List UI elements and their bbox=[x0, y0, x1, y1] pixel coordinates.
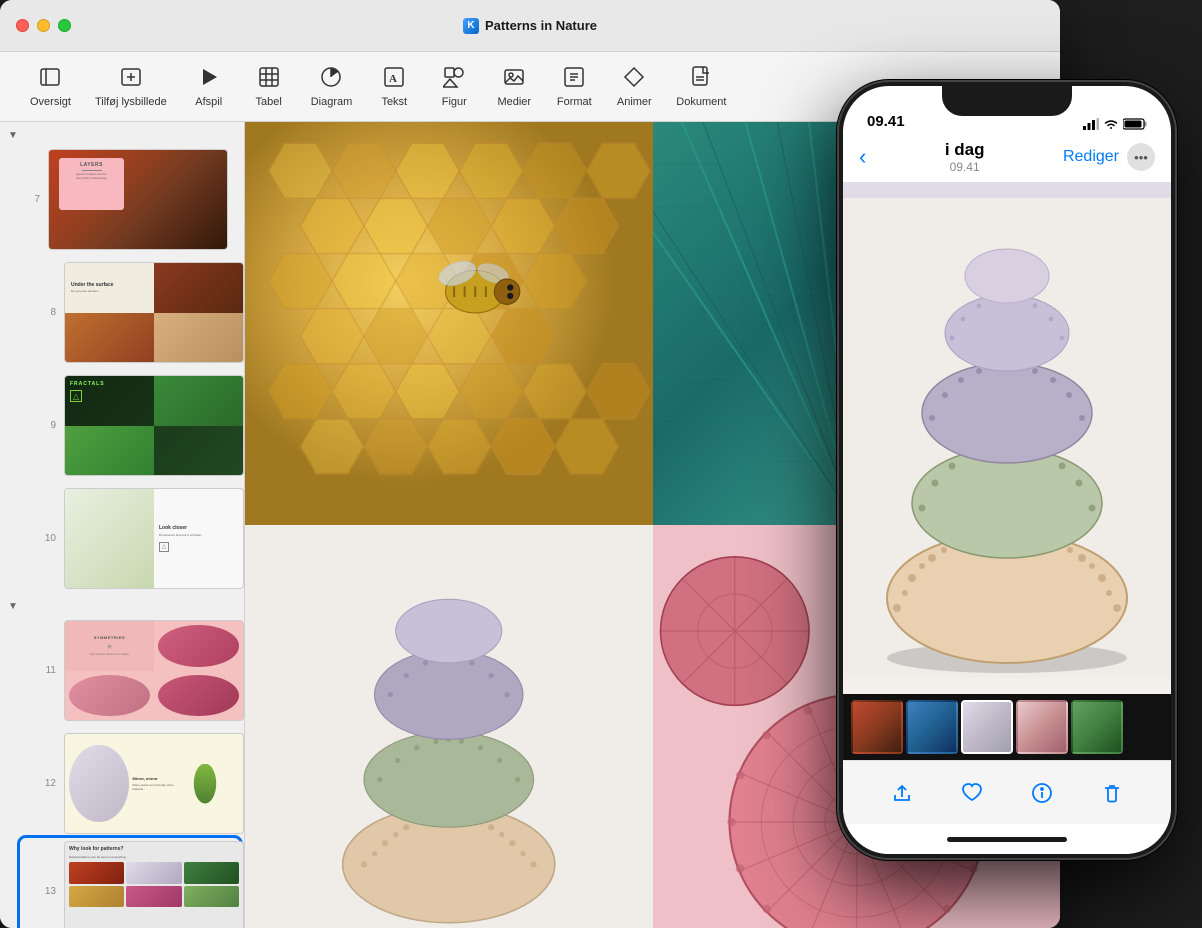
minimize-button[interactable] bbox=[37, 19, 50, 32]
photo-icon bbox=[503, 66, 525, 92]
titlebar: K Patterns in Nature bbox=[0, 0, 1060, 52]
window-title: K Patterns in Nature bbox=[463, 18, 597, 34]
slide-number-8: 8 bbox=[40, 307, 56, 318]
thumb-strip-lake[interactable] bbox=[906, 700, 958, 754]
chevron-down-icon: ▼ bbox=[8, 130, 18, 141]
urchin-photo-svg bbox=[843, 182, 1171, 694]
slide-thumb-12: Mirror, mirror Many plants and animals s… bbox=[64, 733, 244, 834]
toolbar-tekst[interactable]: A Tekst bbox=[366, 60, 422, 114]
slide-number-11: 11 bbox=[40, 665, 56, 676]
slide-item-7[interactable]: 7 LAYERS layers in nature can beseen wit… bbox=[4, 146, 240, 253]
toolbar-medier[interactable]: Medier bbox=[486, 60, 542, 114]
more-icon: ••• bbox=[1134, 150, 1148, 165]
toolbar-tilfoej[interactable]: Tilføj lysbillede bbox=[85, 60, 177, 114]
text-icon: A bbox=[383, 66, 405, 92]
thumb-strip-urchin[interactable] bbox=[961, 700, 1013, 754]
format-icon bbox=[563, 66, 585, 92]
slide-group-11: ▼ 11 SYMMETRIES ✳ Symmetries abound in n… bbox=[0, 593, 244, 729]
iphone-frame: 09.41 bbox=[837, 80, 1177, 860]
nav-center: i dag 09.41 bbox=[945, 140, 985, 174]
slide-number-12: 12 bbox=[40, 778, 56, 789]
slide-number-9: 9 bbox=[40, 420, 56, 431]
share-button[interactable] bbox=[880, 771, 924, 815]
plus-square-icon bbox=[120, 66, 142, 92]
slide-thumb-9: FRACTALS △ bbox=[64, 375, 244, 476]
thumb-strip-leaf[interactable] bbox=[1016, 700, 1068, 754]
iphone-photo-main bbox=[843, 182, 1171, 694]
slide-thumb-7: LAYERS layers in nature can beseen with … bbox=[48, 149, 228, 250]
delete-button[interactable] bbox=[1090, 771, 1134, 815]
info-button[interactable] bbox=[1020, 771, 1064, 815]
toolbar-figur[interactable]: Figur bbox=[426, 60, 482, 114]
toolbar-animer[interactable]: Animer bbox=[606, 60, 662, 114]
toolbar-oversigt[interactable]: Oversigt bbox=[20, 60, 81, 114]
slide-item-13[interactable]: 13 Why look for patterns? Natural patter… bbox=[20, 838, 240, 928]
iphone-notch bbox=[942, 86, 1072, 116]
slide-thumb-11: SYMMETRIES ✳ Symmetries abound in nature bbox=[64, 620, 244, 721]
canvas-cell-urchin-stack bbox=[245, 525, 653, 928]
iphone-screen: 09.41 bbox=[843, 86, 1171, 854]
play-icon bbox=[198, 66, 220, 92]
toolbar-tabel[interactable]: Tabel bbox=[241, 60, 297, 114]
sidebar-icon bbox=[39, 66, 61, 92]
chevron-down-icon-11: ▼ bbox=[8, 601, 18, 612]
chart-icon bbox=[320, 66, 342, 92]
traffic-lights bbox=[16, 19, 71, 32]
maximize-button[interactable] bbox=[58, 19, 71, 32]
thumb-strip-canyon[interactable] bbox=[851, 700, 903, 754]
shapes-icon bbox=[443, 66, 465, 92]
slide-thumb-13: Why look for patterns? Natural patterns … bbox=[64, 841, 244, 928]
slide-item-11[interactable]: 11 SYMMETRIES ✳ Symmetries abound in nat… bbox=[20, 617, 240, 724]
nav-time-sub: 09.41 bbox=[945, 160, 985, 174]
doc-icon bbox=[690, 66, 712, 92]
slide-panel: ▼ 7 LAYERS layers in nature can beseen w… bbox=[0, 122, 245, 928]
edit-button[interactable]: Rediger bbox=[1063, 148, 1119, 166]
toolbar-format[interactable]: Format bbox=[546, 60, 602, 114]
more-button[interactable]: ••• bbox=[1127, 143, 1155, 171]
signal-icon bbox=[1083, 118, 1099, 130]
home-indicator bbox=[843, 824, 1171, 854]
slide-group-header-11[interactable]: ▼ bbox=[0, 597, 244, 616]
thumb-strip-green[interactable] bbox=[1071, 700, 1123, 754]
toolbar-afspil[interactable]: Afspil bbox=[181, 60, 237, 114]
toolbar-diagram[interactable]: Diagram bbox=[301, 60, 363, 114]
app-icon: K bbox=[463, 18, 479, 34]
slide-number-10: 10 bbox=[40, 533, 56, 544]
diamond-icon bbox=[623, 66, 645, 92]
slide-item-10[interactable]: 10 Look closer Romanesco broccoli is a f… bbox=[20, 485, 240, 592]
wifi-icon bbox=[1103, 118, 1119, 130]
battery-icon bbox=[1123, 118, 1147, 130]
back-button[interactable]: ‹ bbox=[859, 144, 866, 170]
nav-actions: Rediger ••• bbox=[1063, 143, 1155, 171]
status-icons bbox=[1083, 118, 1147, 132]
status-time: 09.41 bbox=[867, 113, 905, 132]
slide-group-header-7[interactable]: ▼ bbox=[0, 126, 244, 145]
slide-thumb-8: Under the surface Do you ever wonder... bbox=[64, 262, 244, 363]
slide-group-9: 9 FRACTALS △ bbox=[0, 367, 244, 484]
nav-date: i dag bbox=[945, 140, 985, 160]
home-indicator-bar bbox=[947, 837, 1067, 842]
canvas-cell-bee bbox=[245, 122, 653, 525]
slide-item-8[interactable]: 8 Under the surface Do you ever wonder..… bbox=[20, 259, 240, 366]
svg-text:A: A bbox=[389, 73, 397, 85]
slide-thumb-10: Look closer Romanesco broccoli is a frac… bbox=[64, 488, 244, 589]
iphone-toolbar bbox=[843, 760, 1171, 824]
heart-button[interactable] bbox=[950, 771, 994, 815]
slide-item-9[interactable]: 9 FRACTALS △ bbox=[20, 372, 240, 479]
slide-number-13: 13 bbox=[40, 886, 56, 897]
toolbar-dokument[interactable]: Dokument bbox=[666, 60, 736, 114]
iphone-thumbnail-strip bbox=[843, 694, 1171, 760]
iphone-container: 09.41 bbox=[837, 80, 1197, 900]
slide-group-7: ▼ 7 LAYERS layers in nature can beseen w… bbox=[0, 122, 244, 258]
close-button[interactable] bbox=[16, 19, 29, 32]
grid-icon bbox=[258, 66, 280, 92]
slide-item-12[interactable]: 12 Mirror, mirror Many plants and animal… bbox=[20, 730, 240, 837]
iphone-nav-bar: ‹ i dag 09.41 Rediger ••• bbox=[843, 138, 1171, 182]
slide-number-7: 7 bbox=[24, 194, 40, 205]
